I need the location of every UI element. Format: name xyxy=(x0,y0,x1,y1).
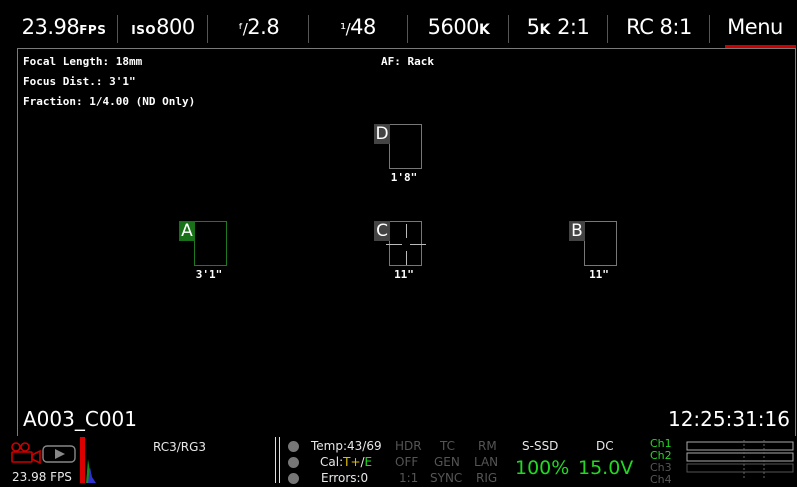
white-balance-value: 5600 xyxy=(427,15,480,39)
focus-zone-box xyxy=(584,221,617,266)
focus-zone-box xyxy=(194,221,227,266)
focus-zone-box xyxy=(389,124,422,169)
shutter-value: 48 xyxy=(350,15,376,39)
channel-1: Ch1 xyxy=(650,437,672,450)
power-value: 15.0V xyxy=(578,457,634,479)
focus-zone-distance: 11" xyxy=(394,268,414,281)
error-status-icon xyxy=(288,473,299,484)
compression-value: RC 8:1 xyxy=(626,15,692,39)
crosshair-left xyxy=(386,244,402,245)
resolution-value: 5 xyxy=(526,15,540,39)
focus-distance: Focus Dist.: 3'1" xyxy=(23,75,136,88)
fps-unit: FPS xyxy=(79,23,107,37)
fps-small: 23.98 FPS xyxy=(12,470,72,484)
cal-prefix: Cal: xyxy=(320,455,344,469)
hdr-label[interactable]: HDR xyxy=(395,439,422,453)
resolution-button[interactable]: 5K 2:1 xyxy=(509,7,607,47)
compression-button[interactable]: RC 8:1 xyxy=(609,7,709,47)
timecode: 12:25:31:16 xyxy=(667,407,790,431)
iso-prefix: ISO xyxy=(131,23,157,37)
white-balance-unit: K xyxy=(479,22,491,38)
focus-zone-letter: D xyxy=(374,124,390,144)
temp-status-icon xyxy=(288,441,299,452)
power-label[interactable]: DC xyxy=(596,439,614,453)
play-icon[interactable] xyxy=(42,445,76,467)
fps-button[interactable]: 23.98FPS xyxy=(9,7,119,47)
cal-e: E xyxy=(364,455,373,469)
fps-value: 23.98 xyxy=(21,15,80,39)
lan-label[interactable]: LAN xyxy=(474,455,498,469)
iso-value: 800 xyxy=(156,15,195,39)
clip-name: A003_C001 xyxy=(23,407,137,431)
divider xyxy=(407,15,408,43)
cal-text: Cal:T+/E xyxy=(320,455,372,469)
divider xyxy=(207,15,208,43)
crosshair-right xyxy=(410,244,426,245)
hdr-value: OFF xyxy=(395,455,419,469)
menu-button[interactable]: Menu xyxy=(715,7,795,47)
divider xyxy=(117,15,118,43)
channel-2: Ch2 xyxy=(650,449,672,462)
focus-zone-distance: 11" xyxy=(589,268,609,281)
divider xyxy=(279,437,280,483)
resolution-ratio: 2:1 xyxy=(557,15,590,39)
crosshair-bottom xyxy=(406,251,407,265)
media-label[interactable]: S-SSD xyxy=(522,439,558,453)
aperture-value: 2.8 xyxy=(247,15,280,39)
shutter-button[interactable]: ¹/48 xyxy=(309,7,407,47)
focal-length: Focal Length: 18mm xyxy=(23,55,143,68)
tc-label[interactable]: TC xyxy=(440,439,455,453)
histogram xyxy=(78,437,98,483)
tc-gen: GEN xyxy=(434,455,460,469)
focus-zone-distance: 1'8" xyxy=(390,171,418,184)
divider xyxy=(275,437,276,483)
temp-text: Temp:43/69 xyxy=(311,439,382,453)
aperture-button[interactable]: ᶠ/2.8 xyxy=(209,7,309,47)
focus-zone-letter: C xyxy=(374,221,390,241)
shutter-prefix: ¹/ xyxy=(340,20,351,38)
audio-meters xyxy=(686,440,794,480)
fraction: Fraction: 1/4.00 (ND Only) xyxy=(23,95,196,108)
menu-label: Menu xyxy=(727,15,783,39)
focus-zone-distance: 3'1" xyxy=(195,268,223,281)
crosshair-top xyxy=(406,224,407,238)
iso-button[interactable]: ISO800 xyxy=(119,7,207,47)
camera-monitor: 23.98FPS ISO800 ᶠ/2.8 ¹/48 5600K 5K 2:1 … xyxy=(0,0,797,486)
record-camera-icon[interactable] xyxy=(10,442,46,468)
cal-t: T+ xyxy=(343,455,361,469)
top-status-bar: 23.98FPS ISO800 ᶠ/2.8 ¹/48 5600K 5K 2:1 … xyxy=(9,7,797,48)
af-mode: AF: Rack xyxy=(381,55,434,68)
focus-zone-letter: A xyxy=(179,221,195,241)
look-label[interactable]: RC3/RG3 xyxy=(153,440,206,454)
channel-3: Ch3 xyxy=(650,461,672,474)
white-balance-button[interactable]: 5600K xyxy=(409,7,509,47)
bottom-status-bar: 23.98 FPS RC3/RG3 Temp:43/69 Cal:T+/E Er… xyxy=(0,437,797,486)
cal-status-icon xyxy=(288,457,299,468)
resolution-unit: K xyxy=(539,22,551,38)
channel-4: Ch4 xyxy=(650,473,672,486)
monitor-view[interactable]: Focal Length: 18mm Focus Dist.: 3'1" Fra… xyxy=(17,48,796,436)
focus-zone-letter: B xyxy=(569,221,585,241)
divider xyxy=(607,15,608,43)
divider xyxy=(709,15,710,43)
rm-label[interactable]: RM xyxy=(478,439,497,453)
media-value: 100% xyxy=(515,457,570,479)
